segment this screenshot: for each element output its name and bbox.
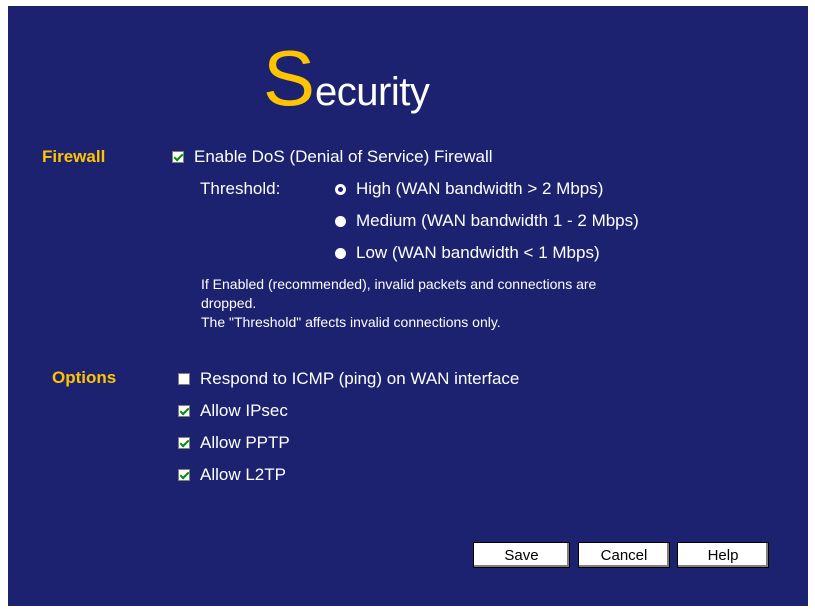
save-button[interactable]: Save xyxy=(473,542,570,568)
allow-l2tp-label: Allow L2TP xyxy=(200,465,286,484)
option-allow-l2tp-row[interactable]: Allow L2TP xyxy=(178,465,286,485)
enable-dos-firewall-row[interactable]: Enable DoS (Denial of Service) Firewall xyxy=(172,147,493,167)
page-title: Security xyxy=(263,39,430,117)
page-title-initial: S xyxy=(263,34,316,122)
firewall-section-label: Firewall xyxy=(42,147,106,166)
help-button[interactable]: Help xyxy=(677,542,769,568)
threshold-medium-radio[interactable] xyxy=(335,215,346,227)
option-allow-pptp-row[interactable]: Allow PPTP xyxy=(178,433,290,453)
threshold-medium-label: Medium (WAN bandwidth 1 - 2 Mbps) xyxy=(356,211,639,230)
threshold-label-text: Threshold: xyxy=(200,179,281,198)
security-panel: Security Firewall Enable DoS (Denial of … xyxy=(8,6,808,606)
allow-ipsec-checkbox[interactable] xyxy=(178,405,190,417)
threshold-low-label: Low (WAN bandwidth < 1 Mbps) xyxy=(356,243,600,262)
option-allow-ipsec-row[interactable]: Allow IPsec xyxy=(178,401,288,421)
firewall-note-line: The "Threshold" affects invalid connecti… xyxy=(201,314,501,330)
allow-pptp-label: Allow PPTP xyxy=(200,433,290,452)
threshold-option-medium[interactable]: Medium (WAN bandwidth 1 - 2 Mbps) xyxy=(335,211,639,231)
enable-dos-firewall-label: Enable DoS (Denial of Service) Firewall xyxy=(194,147,493,166)
cancel-button[interactable]: Cancel xyxy=(578,542,670,568)
threshold-label: Threshold: xyxy=(200,179,280,199)
option-respond-icmp-row[interactable]: Respond to ICMP (ping) on WAN interface xyxy=(178,369,519,389)
options-section-label: Options xyxy=(52,368,117,387)
respond-icmp-label: Respond to ICMP (ping) on WAN interface xyxy=(200,369,520,388)
page-title-rest: ecurity xyxy=(315,70,430,114)
firewall-note-line: If Enabled (recommended), invalid packet… xyxy=(201,276,597,292)
firewall-note: If Enabled (recommended), invalid packet… xyxy=(201,275,741,332)
threshold-high-radio[interactable] xyxy=(335,183,346,195)
allow-pptp-checkbox[interactable] xyxy=(178,437,190,449)
firewall-note-line: dropped. xyxy=(201,295,257,311)
allow-l2tp-checkbox[interactable] xyxy=(178,469,190,481)
allow-ipsec-label: Allow IPsec xyxy=(200,401,288,420)
threshold-low-radio[interactable] xyxy=(335,247,346,259)
enable-dos-firewall-checkbox[interactable] xyxy=(172,151,184,163)
threshold-option-high[interactable]: High (WAN bandwidth > 2 Mbps) xyxy=(335,179,603,199)
threshold-high-label: High (WAN bandwidth > 2 Mbps) xyxy=(356,179,604,198)
respond-icmp-checkbox[interactable] xyxy=(178,373,190,385)
threshold-option-low[interactable]: Low (WAN bandwidth < 1 Mbps) xyxy=(335,243,600,263)
